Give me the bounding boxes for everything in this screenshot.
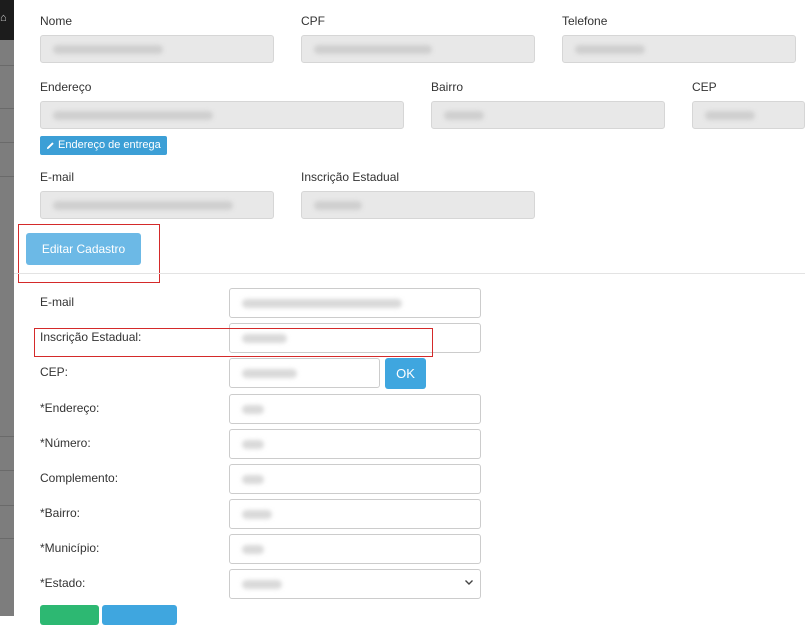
label-cep: CEP (692, 80, 717, 94)
background-divider (0, 538, 14, 539)
edit-complemento-input[interactable] (229, 464, 481, 494)
edit-label-cep: CEP: (40, 365, 69, 379)
home-icon: ⌂ (0, 12, 7, 24)
label-endereco: Endereço (40, 80, 92, 94)
field-cpf (301, 35, 535, 63)
edit-label-complemento: Complemento: (40, 471, 119, 485)
background-divider (0, 505, 14, 506)
delivery-address-label: Endereço de entrega (58, 139, 161, 151)
edit-municipio-input[interactable] (229, 534, 481, 564)
field-bairro (431, 101, 665, 129)
edit-email-input[interactable] (229, 288, 481, 318)
label-telefone: Telefone (562, 14, 608, 28)
cep-ok-button[interactable]: OK (385, 358, 426, 389)
background-divider (0, 142, 14, 143)
pencil-icon (46, 142, 54, 150)
field-inscricao (301, 191, 535, 219)
background-divider (0, 176, 14, 177)
edit-label-numero: *Número: (40, 436, 91, 450)
field-telefone (562, 35, 796, 63)
edit-endereco-input[interactable] (229, 394, 481, 424)
label-email: E-mail (40, 170, 75, 184)
edit-label-email: E-mail (40, 295, 75, 309)
field-cep (692, 101, 805, 129)
customer-modal: Nome CPF Telefone Endereço Bairro CEP En… (14, 0, 805, 625)
edit-label-estado: *Estado: (40, 576, 86, 590)
label-bairro: Bairro (431, 80, 464, 94)
secondary-action-button[interactable] (102, 605, 177, 625)
highlight-edit-button (18, 224, 160, 283)
edit-label-bairro: *Bairro: (40, 506, 81, 520)
section-divider (14, 273, 805, 274)
field-nome (40, 35, 274, 63)
field-endereco (40, 101, 404, 129)
edit-numero-input[interactable] (229, 429, 481, 459)
save-button[interactable] (40, 605, 99, 625)
background-page: ⌂ (0, 0, 14, 616)
background-divider (0, 470, 14, 471)
background-divider (0, 436, 14, 437)
chevron-down-icon (465, 580, 473, 585)
label-cpf: CPF (301, 14, 325, 28)
background-divider (0, 108, 14, 109)
edit-label-endereco: *Endereço: (40, 401, 100, 415)
highlight-inscricao-field (34, 328, 433, 357)
edit-bairro-input[interactable] (229, 499, 481, 529)
edit-estado-select[interactable] (229, 569, 481, 599)
edit-cep-input[interactable] (229, 358, 380, 388)
delivery-address-button[interactable]: Endereço de entrega (40, 136, 167, 155)
label-nome: Nome (40, 14, 73, 28)
background-divider (0, 65, 14, 66)
edit-label-municipio: *Município: (40, 541, 100, 555)
label-inscricao: Inscrição Estadual (301, 170, 400, 184)
field-email (40, 191, 274, 219)
